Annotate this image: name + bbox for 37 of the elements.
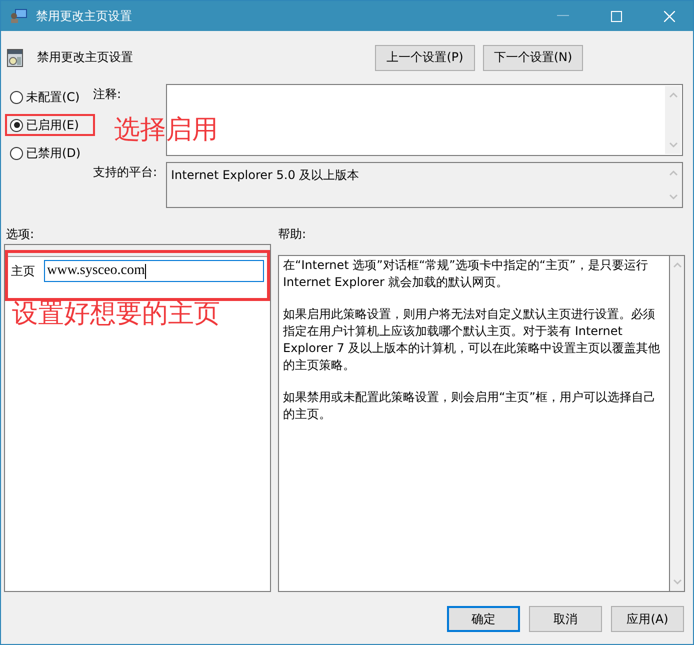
dialog-button[interactable]: 取消: [529, 606, 602, 632]
scroll-up-icon[interactable]: [668, 170, 678, 176]
scroll-down-icon[interactable]: [668, 142, 678, 148]
radio-button[interactable]: [10, 146, 23, 160]
radio-label[interactable]: 未配置(C): [26, 88, 80, 106]
maximize-icon[interactable]: [611, 10, 622, 22]
close-icon[interactable]: [664, 10, 675, 22]
scroll-down-icon[interactable]: [668, 194, 678, 200]
scroll-down-icon[interactable]: [672, 579, 682, 585]
radio-label[interactable]: 已启用(E): [26, 116, 79, 134]
comment-label: 注释:: [93, 86, 122, 103]
scroll-up-icon[interactable]: [672, 262, 682, 268]
minimize-icon[interactable]: [557, 15, 569, 17]
help-label: 帮助:: [278, 226, 306, 242]
dialog-button[interactable]: 应用(A): [611, 606, 684, 632]
radio-button[interactable]: [10, 90, 23, 104]
comment-field[interactable]: [166, 84, 683, 156]
help-paragraph: 在“Internet 选项”对话框“常规”选项卡中指定的“主页”，是只要运行 Internet Explorer 就会加载的默认网页。: [283, 257, 649, 291]
annotation-text: 选择启用: [114, 114, 218, 146]
nav-button[interactable]: 下一个设置(N): [483, 44, 583, 70]
options-label: 选项:: [5, 226, 36, 242]
platform-text: Internet Explorer 5.0 及以上版本: [170, 167, 360, 184]
policy-title: 禁用更改主页设置: [37, 49, 133, 66]
homepage-field[interactable]: www.sysceo.com: [44, 260, 264, 282]
help-paragraph: 如果启用此策略设置，则用户将无法对自定义默认主页进行设置。必须指定在用户计算机上应该加载哪个默认主页。对于装有 Internet Explorer 7 及以上版本的计算机，可以在此策略中设置主页以覆盖其他的主页策略。: [283, 306, 662, 374]
scroll-up-icon[interactable]: [668, 92, 678, 98]
computer-icon: [10, 8, 28, 24]
policy-icon: [7, 48, 23, 66]
dialog-button[interactable]: 确定: [447, 606, 520, 632]
window-title: 禁用更改主页设置: [36, 8, 132, 24]
help-paragraph: 如果禁用或未配置此策略设置，则会启用“主页”框，用户可以选择自己的主页。: [283, 389, 656, 423]
homepage-label: 主页: [11, 262, 35, 280]
radio-button[interactable]: [10, 118, 23, 132]
nav-button[interactable]: 上一个设置(P): [375, 44, 475, 70]
platform-label: 支持的平台:: [93, 164, 158, 181]
annotation-text: 设置好想要的主页: [12, 298, 221, 331]
radio-label[interactable]: 已禁用(D): [26, 144, 81, 162]
